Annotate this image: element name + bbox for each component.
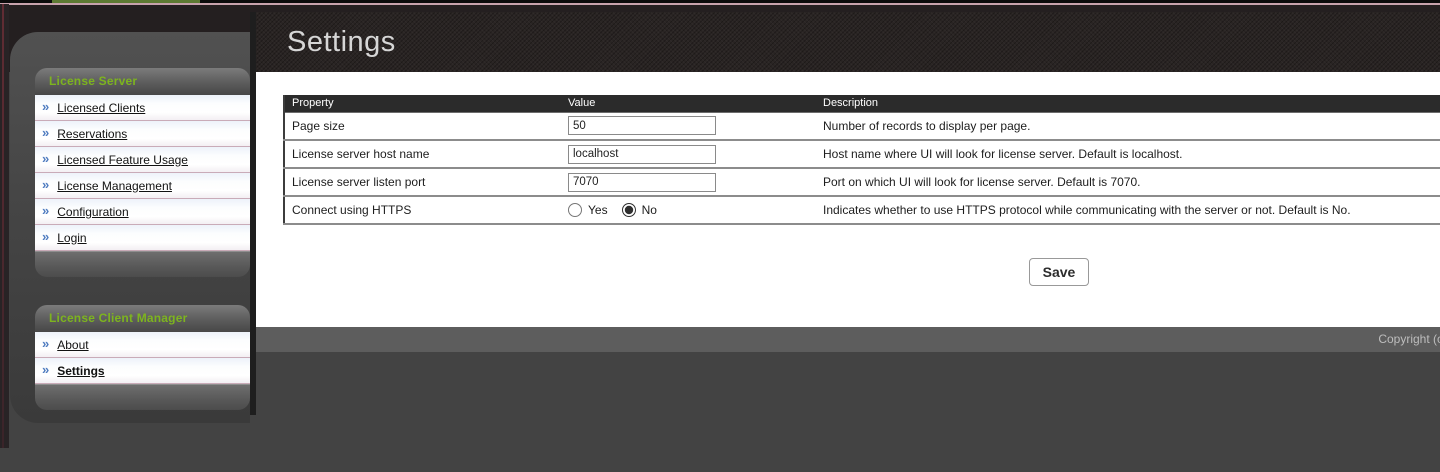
page-title: Settings [256, 12, 1440, 72]
left-edge-accent [2, 4, 4, 448]
column-header-value: Value [561, 95, 816, 112]
page-left-edge [0, 4, 9, 448]
double-chevron-icon: » [42, 337, 49, 350]
sidebar-item-settings[interactable]: » Settings [35, 358, 250, 384]
sidebar-section-footer [35, 384, 250, 410]
radio-no[interactable] [622, 203, 636, 217]
sidebar-item-login[interactable]: » Login [35, 225, 250, 251]
value-cell [561, 140, 816, 168]
sidebar-item-link[interactable]: Login [57, 231, 86, 245]
radio-label-no: No [642, 203, 657, 217]
table-row: License server listen port Port on which… [284, 168, 1440, 196]
sidebar-item-license-management[interactable]: » License Management [35, 173, 250, 199]
settings-table: Property Value Description Page size Num… [283, 95, 1440, 225]
double-chevron-icon: » [42, 178, 49, 191]
double-chevron-icon: » [42, 230, 49, 243]
save-button[interactable]: Save [1029, 258, 1090, 286]
description-cell: Host name where UI will look for license… [816, 140, 1440, 168]
description-cell: Number of records to display per page. [816, 112, 1440, 140]
page-footer: Copyright (c) [256, 327, 1440, 352]
sidebar-section-title: License Client Manager [35, 305, 250, 332]
property-cell: Connect using HTTPS [284, 196, 561, 224]
description-cell: Port on which UI will look for license s… [816, 168, 1440, 196]
sidebar-item-link[interactable]: Licensed Clients [57, 101, 145, 115]
value-cell: Yes No [561, 196, 816, 224]
column-header-property: Property [284, 95, 561, 112]
sidebar-section: License Client Manager » About » Setting… [35, 305, 250, 410]
https-radio-group: Yes No [568, 203, 809, 217]
value-input-license-server-host-name[interactable] [568, 145, 716, 164]
table-header-row: Property Value Description [284, 95, 1440, 112]
sidebar-item-link[interactable]: Licensed Feature Usage [57, 153, 188, 167]
sidebar-item-link[interactable]: About [57, 338, 88, 352]
main-body: Property Value Description Page size Num… [256, 72, 1440, 327]
banner-accent-line [0, 3, 1440, 5]
sidebar-item-reservations[interactable]: » Reservations [35, 121, 250, 147]
double-chevron-icon: » [42, 100, 49, 113]
page-header: Settings [256, 12, 1440, 72]
sidebar-item-link[interactable]: Configuration [57, 205, 128, 219]
sidebar-section-items: » Licensed Clients » Reservations » Lice… [35, 95, 250, 251]
copyright-text: Copyright (c) [1378, 327, 1440, 352]
table-row: License server host name Host name where… [284, 140, 1440, 168]
sidebar-section-title: License Server [35, 68, 250, 95]
property-cell: License server listen port [284, 168, 561, 196]
double-chevron-icon: » [42, 152, 49, 165]
value-input-license-server-listen-port[interactable] [568, 173, 716, 192]
sidebar-section: License Server » Licensed Clients » Rese… [35, 68, 250, 277]
property-cell: License server host name [284, 140, 561, 168]
sidebar-item-configuration[interactable]: » Configuration [35, 199, 250, 225]
sidebar-item-licensed-clients[interactable]: » Licensed Clients [35, 95, 250, 121]
radio-yes[interactable] [568, 203, 582, 217]
sidebar-item-link[interactable]: License Management [57, 179, 172, 193]
sidebar-section-items: » About » Settings [35, 332, 250, 384]
value-input-page-size[interactable] [568, 116, 716, 135]
table-row: Page size Number of records to display p… [284, 112, 1440, 140]
sidebar-item-licensed-feature-usage[interactable]: » Licensed Feature Usage [35, 147, 250, 173]
sidebar-item-link[interactable]: Settings [57, 364, 104, 378]
column-header-description: Description [816, 95, 1440, 112]
radio-label-yes: Yes [588, 203, 608, 217]
property-cell: Page size [284, 112, 561, 140]
sidebar: License Server » Licensed Clients » Rese… [35, 68, 250, 410]
value-cell [561, 168, 816, 196]
sidebar-section-footer [35, 251, 250, 277]
sidebar-item-link[interactable]: Reservations [57, 127, 127, 141]
double-chevron-icon: » [42, 126, 49, 139]
description-cell: Indicates whether to use HTTPS protocol … [816, 196, 1440, 224]
double-chevron-icon: » [42, 204, 49, 217]
table-row: Connect using HTTPS Yes No Indicates whet… [284, 196, 1440, 224]
double-chevron-icon: » [42, 363, 49, 376]
value-cell [561, 112, 816, 140]
sidebar-item-about[interactable]: » About [35, 332, 250, 358]
main-content: Settings Property Value Description Page… [256, 12, 1440, 352]
save-row: Save [283, 258, 1440, 286]
